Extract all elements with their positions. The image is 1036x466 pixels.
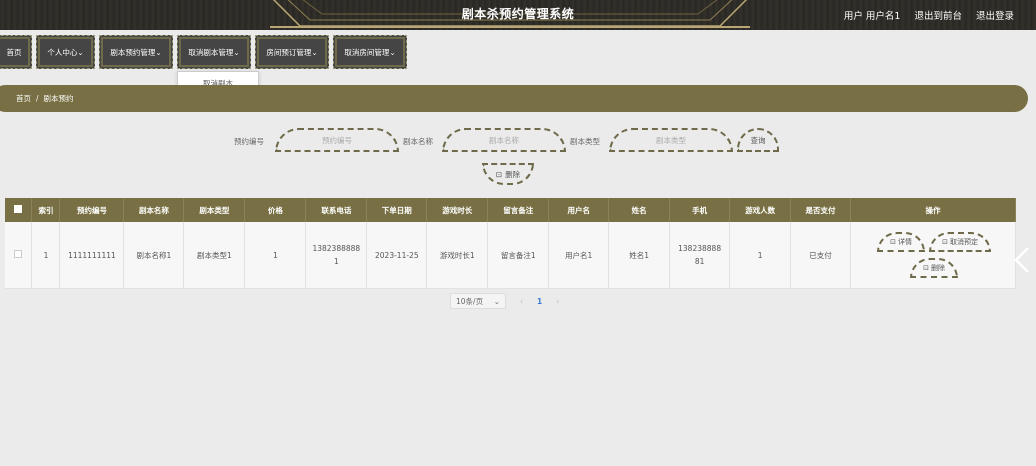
top-header: 剧本杀预约管理系统 用户 用户名1 退出到前台 退出登录 [0, 0, 1036, 30]
nav-item-label: 取消剧本管理 [188, 47, 234, 57]
row-delete-label: 删除 [930, 264, 945, 272]
script-type-input[interactable]: 剧本类型 [609, 128, 733, 152]
select-all-checkbox[interactable] [5, 198, 33, 222]
current-user-label: 用户 用户名1 [843, 11, 901, 22]
col-header: 用户名 [548, 198, 610, 222]
prev-page-icon[interactable]: ‹ [520, 297, 523, 306]
cell-players: 1 [729, 222, 792, 289]
next-page-icon[interactable]: › [556, 297, 559, 306]
nav-item-label: 剧本预约管理 [110, 47, 156, 57]
chevron-down-icon: ⌄ [493, 296, 500, 306]
breadcrumb-current: 剧本预约 [43, 94, 74, 103]
cell-contact-phone: 13823888881 [305, 222, 368, 289]
breadcrumb-separator: / [36, 94, 39, 103]
cell-price: 1 [244, 222, 307, 289]
nav-item-home[interactable]: 首页 [0, 35, 32, 69]
table-row: 1 1111111111 剧本名称1 剧本类型1 1 13823888881 2… [5, 222, 1016, 289]
detail-icon: ⊡ [890, 238, 896, 246]
detail-button[interactable]: ⊡ 详情 [877, 232, 926, 252]
col-header: 姓名 [608, 198, 671, 222]
cell-script-type: 剧本类型1 [183, 222, 246, 289]
cell-order-date: 2023-11-25 [366, 222, 428, 289]
booking-table: 索引 预约编号 剧本名称 剧本类型 价格 联系电话 下单日期 游戏时长 留言备注… [5, 198, 1016, 289]
col-header: 是否支付 [790, 198, 852, 222]
main-nav: 首页 个人中心 ⌄ 剧本预约管理 ⌄ 取消剧本管理 ⌄ 房间预订管理 ⌄ 取消房间管理 ⌄ [0, 35, 407, 69]
chevron-down-icon: ⌄ [155, 47, 162, 57]
logout-link[interactable]: 退出登录 [976, 8, 1014, 22]
chevron-down-icon: ⌄ [389, 47, 396, 57]
nav-item-room-booking[interactable]: 房间预订管理 ⌄ [255, 35, 329, 69]
current-page[interactable]: 1 [537, 297, 542, 306]
col-header: 游戏时长 [426, 198, 489, 222]
delete-icon: ⊡ [495, 169, 503, 179]
col-header: 手机 [669, 198, 731, 222]
nav-item-label: 个人中心 [47, 47, 78, 57]
script-type-label: 剧本类型 [570, 137, 600, 146]
table-header-row: 索引 预约编号 剧本名称 剧本类型 价格 联系电话 下单日期 游戏时长 留言备注… [5, 198, 1016, 222]
pagination: 10条/页 ⌄ ‹ 1 › [450, 293, 559, 309]
row-delete-button[interactable]: ⊡ 删除 [910, 258, 959, 278]
page-size-value: 10条/页 [456, 296, 484, 306]
page-size-select[interactable]: 10条/页 ⌄ [450, 293, 506, 309]
col-header: 留言备注 [487, 198, 550, 222]
cell-username: 用户名1 [548, 222, 610, 289]
row-checkbox[interactable] [5, 222, 33, 289]
nav-item-label: 首页 [6, 47, 22, 57]
nav-item-cancel-script[interactable]: 取消剧本管理 ⌄ [177, 35, 251, 69]
chevron-down-icon: ⌄ [233, 47, 240, 57]
delete-icon: ⊡ [923, 264, 929, 272]
nav-item-script-booking[interactable]: 剧本预约管理 ⌄ [99, 35, 173, 69]
cell-paid: 已支付 [790, 222, 852, 289]
chevron-left-icon[interactable] [1010, 245, 1034, 275]
cancel-booking-label: 取消预定 [949, 238, 978, 246]
back-to-front-link[interactable]: 退出到前台 [914, 8, 962, 22]
nav-item-label: 取消房间管理 [344, 47, 390, 57]
batch-delete-button[interactable]: ⊡ 删除 [482, 163, 534, 185]
col-header: 预约编号 [59, 198, 125, 222]
cell-duration: 游戏时长1 [426, 222, 489, 289]
nav-item-personal-center[interactable]: 个人中心 ⌄ [36, 35, 95, 69]
cell-order-no: 1111111111 [59, 222, 125, 289]
cell-operations: ⊡ 详情 ⊡ 取消预定 ⊡ 删除 [850, 222, 1016, 289]
col-header: 价格 [244, 198, 307, 222]
breadcrumb: 首页 / 剧本预约 [0, 85, 1028, 112]
cell-remark: 留言备注1 [487, 222, 550, 289]
cell-mobile: 13823888881 [669, 222, 731, 289]
script-name-input[interactable]: 剧本名称 [442, 128, 566, 152]
cancel-booking-button[interactable]: ⊡ 取消预定 [929, 232, 992, 252]
batch-delete-label: 删除 [505, 169, 521, 179]
detail-label: 详情 [897, 238, 912, 246]
chevron-down-icon: ⌄ [77, 47, 84, 57]
cell-script-name: 剧本名称1 [123, 222, 185, 289]
order-no-input[interactable]: 预约编号 [275, 128, 399, 152]
col-header: 剧本类型 [183, 198, 246, 222]
nav-item-label: 房间预订管理 [266, 47, 312, 57]
order-no-label: 预约编号 [234, 137, 264, 146]
nav-item-cancel-room[interactable]: 取消房间管理 ⌄ [333, 35, 407, 69]
col-header: 联系电话 [305, 198, 368, 222]
cell-name: 姓名1 [608, 222, 671, 289]
col-header: 游戏人数 [729, 198, 792, 222]
col-header: 操作 [850, 198, 1016, 222]
cancel-icon: ⊡ [942, 238, 948, 246]
col-header: 下单日期 [366, 198, 428, 222]
col-header: 剧本名称 [123, 198, 185, 222]
search-bar: 预约编号 预约编号 剧本名称 剧本名称 剧本类型 剧本类型 [0, 128, 1036, 152]
breadcrumb-home[interactable]: 首页 [16, 93, 31, 104]
chevron-down-icon: ⌄ [311, 47, 318, 57]
col-header: 索引 [31, 198, 61, 222]
script-name-label: 剧本名称 [403, 137, 433, 146]
cell-index: 1 [31, 222, 61, 289]
